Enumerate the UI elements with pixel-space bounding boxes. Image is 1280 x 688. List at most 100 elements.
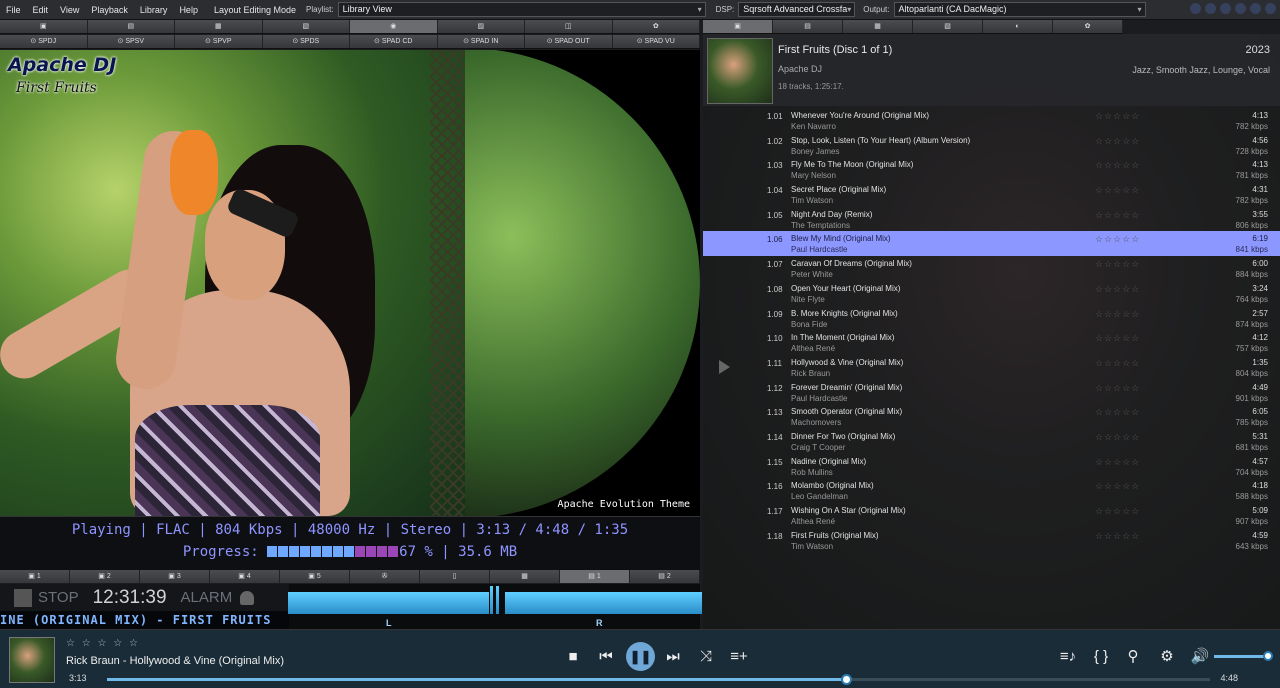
menu-library[interactable]: Library: [134, 0, 174, 20]
track-rating[interactable]: ☆☆☆☆☆: [1095, 136, 1140, 147]
menu-help[interactable]: Help: [173, 0, 204, 20]
stop-button[interactable]: ■: [560, 644, 586, 670]
icon-tab[interactable]: ✿: [612, 20, 700, 33]
icon-tab[interactable]: ▧: [262, 20, 350, 33]
queue-button[interactable]: ≡♪: [1055, 644, 1081, 670]
bell-icon[interactable]: [240, 590, 255, 605]
toolbar-icon[interactable]: [1190, 3, 1201, 14]
track-row[interactable]: 1.14 Dinner For Two (Original Mix) Craig T…: [703, 429, 1280, 454]
menu-view[interactable]: View: [54, 0, 85, 20]
menu-playback[interactable]: Playback: [85, 0, 134, 20]
toolbar-icon[interactable]: [1220, 3, 1231, 14]
menu-layout-editing-mode[interactable]: Layout Editing Mode: [208, 0, 302, 20]
icon-tab[interactable]: ◫: [525, 20, 613, 33]
track-rating[interactable]: ☆☆☆☆☆: [1095, 358, 1140, 369]
track-rating[interactable]: ☆☆☆☆☆: [1095, 160, 1140, 171]
bottom-tab[interactable]: ▯: [420, 570, 490, 583]
icon-tab[interactable]: ▣: [703, 20, 773, 33]
track-row[interactable]: 1.04 Secret Place (Original Mix) Tim Watso…: [703, 182, 1280, 207]
track-row[interactable]: 1.17 Wishing On A Star (Original Mix) Alth…: [703, 503, 1280, 528]
bottom-tab[interactable]: ▣ 1: [0, 570, 70, 583]
toolbar-icon[interactable]: [1265, 3, 1276, 14]
icon-tab[interactable]: ◐: [983, 20, 1053, 33]
bottom-tab[interactable]: ▣ 5: [280, 570, 350, 583]
track-rating[interactable]: ☆☆☆☆☆: [1095, 259, 1140, 270]
volume-handle[interactable]: [1263, 651, 1273, 661]
bottom-tab[interactable]: ▣ 3: [140, 570, 210, 583]
toolbar-icon[interactable]: [1205, 3, 1216, 14]
track-rating[interactable]: ☆☆☆☆☆: [1095, 407, 1140, 418]
tab-spad-out[interactable]: ⊙ SPAD OUT: [525, 35, 613, 48]
add-to-queue-button[interactable]: ≡+: [726, 644, 752, 670]
icon-tab[interactable]: ✿: [1053, 20, 1123, 33]
toolbar-icon[interactable]: [1235, 3, 1246, 14]
track-row[interactable]: 1.01 Whenever You're Around (Original Mix…: [703, 108, 1280, 133]
icon-tab[interactable]: ▦: [843, 20, 913, 33]
track-rating[interactable]: ☆☆☆☆☆: [1095, 531, 1140, 542]
settings-button[interactable]: ⚙: [1154, 644, 1180, 670]
tab-spad-cd[interactable]: ⊙ SPAD CD: [350, 35, 438, 48]
track-row[interactable]: 1.18 First Fruits (Original Mix) Tim Watso…: [703, 528, 1280, 553]
pause-button[interactable]: ❚❚: [626, 642, 655, 671]
track-row[interactable]: 1.16 Molambo (Original Mix) Leo Gandelman ☆…: [703, 478, 1280, 503]
playlist-select[interactable]: Library View ▾: [337, 2, 706, 17]
bottom-tab[interactable]: ▣ 2: [70, 570, 140, 583]
album-cover[interactable]: [707, 38, 773, 104]
track-row[interactable]: 1.06 Blew My Mind (Original Mix) Paul Hard…: [703, 231, 1280, 257]
next-button[interactable]: ⏭: [660, 644, 686, 670]
bottom-tab[interactable]: ▤ 1: [560, 570, 630, 583]
track-rating[interactable]: ☆☆☆☆☆: [1095, 333, 1140, 344]
icon-tab[interactable]: ◉: [350, 20, 438, 33]
icon-tab[interactable]: ▣: [0, 20, 88, 33]
previous-button[interactable]: ⏮: [593, 644, 619, 670]
stop-icon[interactable]: [14, 588, 32, 607]
tab-spad-in[interactable]: ⊙ SPAD IN: [437, 35, 525, 48]
icon-tab[interactable]: ▤: [773, 20, 843, 33]
bottom-tab[interactable]: ▦: [490, 570, 560, 583]
seek-bar[interactable]: [107, 674, 1210, 685]
track-row[interactable]: 1.08 Open Your Heart (Original Mix) Nite F…: [703, 281, 1280, 306]
track-row[interactable]: 1.15 Nadine (Original Mix) Rob Mullins ☆☆☆☆…: [703, 454, 1280, 479]
track-row[interactable]: 1.05 Night And Day (Remix) The Temptations…: [703, 207, 1280, 232]
track-rating[interactable]: ☆☆☆☆☆: [1095, 234, 1140, 245]
bottom-tab[interactable]: ▤ 2: [630, 570, 700, 583]
menu-edit[interactable]: Edit: [27, 0, 55, 20]
rating-stars[interactable]: ☆ ☆ ☆ ☆ ☆: [66, 638, 140, 649]
tab-spdj[interactable]: ⊙ SPDJ: [0, 35, 88, 48]
track-row[interactable]: 1.13 Smooth Operator (Original Mix) Machom…: [703, 404, 1280, 429]
track-row[interactable]: 1.02 Stop, Look, Listen (To Your Heart) (…: [703, 133, 1280, 158]
track-rating[interactable]: ☆☆☆☆☆: [1095, 481, 1140, 492]
track-row[interactable]: 1.09 B. More Knights (Original Mix) Bona F…: [703, 306, 1280, 331]
track-rating[interactable]: ☆☆☆☆☆: [1095, 111, 1140, 122]
tab-spsv[interactable]: ⊙ SPSV: [87, 35, 175, 48]
tab-spad-vu[interactable]: ⊙ SPAD VU: [612, 35, 700, 48]
volume-slider[interactable]: [1214, 655, 1268, 658]
tab-spds[interactable]: ⊙ SPDS: [262, 35, 350, 48]
icon-tab[interactable]: ▨: [437, 20, 525, 33]
track-row[interactable]: 1.10 In The Moment (Original Mix) Althea R…: [703, 330, 1280, 355]
icon-tab[interactable]: ▦: [175, 20, 263, 33]
shuffle-button[interactable]: ⤨: [693, 644, 719, 670]
track-rating[interactable]: ☆☆☆☆☆: [1095, 506, 1140, 517]
icon-tab[interactable]: ▤: [87, 20, 175, 33]
menu-file[interactable]: File: [0, 0, 27, 20]
tab-spvp[interactable]: ⊙ SPVP: [175, 35, 263, 48]
bottom-tab[interactable]: ✇: [350, 570, 420, 583]
code-button[interactable]: { }: [1088, 644, 1114, 670]
output-select[interactable]: Altoparlanti (CA DacMagic) ▾: [893, 2, 1146, 17]
track-rating[interactable]: ☆☆☆☆☆: [1095, 284, 1140, 295]
volume-button[interactable]: 🔊: [1187, 644, 1213, 670]
track-rating[interactable]: ☆☆☆☆☆: [1095, 432, 1140, 443]
now-playing-cover[interactable]: [9, 637, 55, 683]
bottom-tab[interactable]: ▣ 4: [210, 570, 280, 583]
track-rating[interactable]: ☆☆☆☆☆: [1095, 383, 1140, 394]
seek-handle[interactable]: [841, 674, 852, 685]
track-row[interactable]: 1.11 Hollywood & Vine (Original Mix) Rick …: [703, 355, 1280, 380]
track-row[interactable]: 1.03 Fly Me To The Moon (Original Mix) Mar…: [703, 157, 1280, 182]
track-rating[interactable]: ☆☆☆☆☆: [1095, 185, 1140, 196]
search-button[interactable]: ⚲: [1120, 644, 1146, 670]
track-row[interactable]: 1.12 Forever Dreamin' (Original Mix) Paul …: [703, 380, 1280, 405]
toolbar-icon[interactable]: [1250, 3, 1261, 14]
track-row[interactable]: 1.07 Caravan Of Dreams (Original Mix) Pete…: [703, 256, 1280, 281]
track-rating[interactable]: ☆☆☆☆☆: [1095, 210, 1140, 221]
